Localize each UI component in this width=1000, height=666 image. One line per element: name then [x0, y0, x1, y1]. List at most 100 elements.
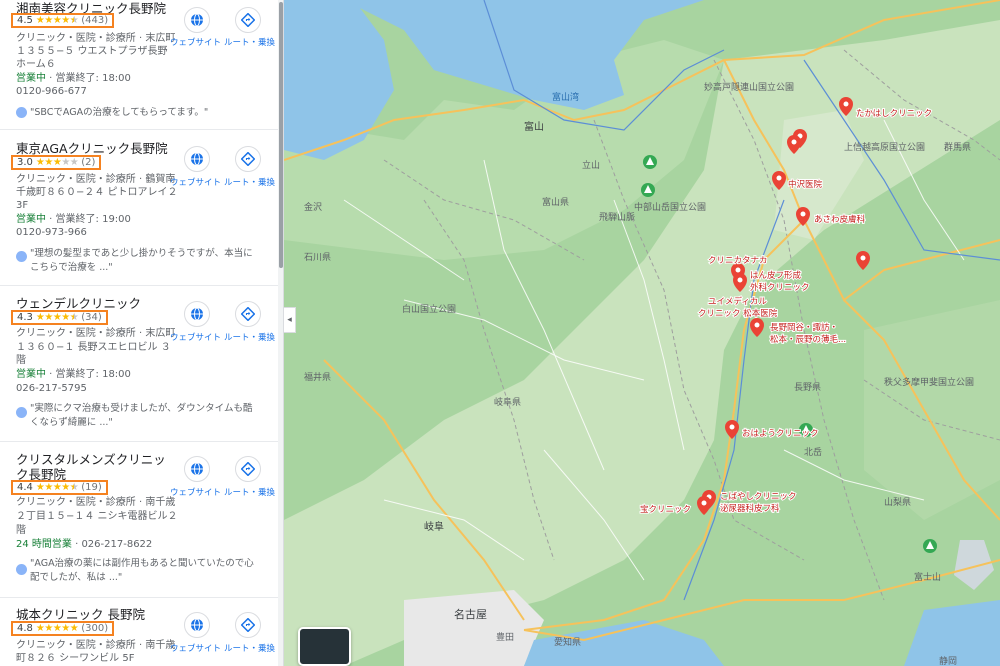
website-button[interactable] [184, 612, 210, 638]
globe-icon [191, 13, 203, 27]
svg-text:福井県: 福井県 [304, 371, 331, 383]
svg-text:妙高戸隠連山国立公園: 妙高戸隠連山国立公園 [704, 81, 794, 93]
park-icon [643, 155, 657, 169]
results-panel: 湘南美容クリニック長野院 4.5 ★★★★★★ (443) クリニック・医院・診… [0, 0, 284, 666]
review-count: (300) [81, 623, 109, 634]
category-line: クリニック・医院・診療所 · 末広町 [16, 328, 176, 339]
result-name[interactable]: 東京AGAクリニック長野院 [16, 141, 176, 156]
directions-button[interactable] [235, 456, 261, 482]
svg-text:こばやしクリニック: こばやしクリニック [720, 492, 797, 502]
website-label[interactable]: ウェブサイト [170, 642, 221, 654]
svg-text:富士山: 富士山 [914, 571, 941, 583]
avatar [16, 251, 27, 262]
rating-box: 4.4 ★★★★★★ (19) [11, 480, 108, 495]
svg-text:上信越高原国立公園: 上信越高原国立公園 [844, 141, 925, 153]
category-line: クリニック・医院・診療所 · 鶴賀南 [16, 174, 176, 185]
stars-icon: ★★★★★★ [35, 312, 79, 323]
directions-button[interactable] [235, 146, 261, 172]
svg-text:おはようクリニック: おはようクリニック [742, 429, 819, 439]
website-button[interactable] [184, 301, 210, 327]
category-line: クリニック・医院・診療所 · 南千歳 [16, 497, 176, 508]
directions-icon [241, 462, 255, 476]
list-item[interactable]: クリスタルメンズクリニック長野院 4.4 ★★★★★★ (19) クリニック・医… [0, 443, 278, 598]
directions-label[interactable]: ルート・乗換 [224, 642, 275, 654]
rating-box: 4.3 ★★★★★★ (34) [11, 310, 108, 325]
phone: 0120-973-966 [16, 227, 87, 238]
hours-line: 営業中 · 営業終了: 18:00 [16, 72, 131, 85]
nagoya-urban-area [404, 590, 544, 666]
rating-value: 4.5 [17, 15, 33, 26]
directions-button[interactable] [235, 612, 261, 638]
phone: · 026-217-8622 [71, 539, 153, 550]
phone: 026-217-5795 [16, 383, 87, 394]
list-item[interactable]: ウェンデルクリニック 4.3 ★★★★★★ (34) クリニック・医院・診療所 … [0, 287, 278, 442]
address-line: ２丁目１５−１４ ニシキ電器ビル２ [16, 511, 178, 522]
collapse-panel-button[interactable]: ◂ [284, 307, 296, 333]
map-canvas[interactable]: 金沢 石川県 福井県 富山県 富山 富山湾 立山 飛騨山脈 中部山岳国立公園 白… [284, 0, 1000, 666]
address-line: ホーム６ [16, 59, 56, 70]
directions-icon [241, 13, 255, 27]
list-item[interactable]: 東京AGAクリニック長野院 3.0 ★★★★★ (2) クリニック・医院・診療所… [0, 131, 278, 286]
svg-text:中沢医院: 中沢医院 [788, 179, 823, 190]
chevron-left-icon: ◂ [287, 315, 292, 325]
mountain-area [864, 300, 1000, 520]
closing-time: · 営業終了: 18:00 [46, 73, 131, 84]
directions-label[interactable]: ルート・乗換 [224, 36, 275, 48]
svg-text:群馬県: 群馬県 [944, 141, 971, 153]
website-label[interactable]: ウェブサイト [170, 486, 221, 498]
svg-text:岐阜県: 岐阜県 [494, 396, 521, 408]
avatar [16, 564, 27, 575]
layers-button[interactable] [298, 627, 351, 666]
hours-line: 24 時間営業 · 026-217-8622 [16, 538, 152, 551]
svg-text:長野県: 長野県 [794, 382, 821, 393]
list-item[interactable]: 湘南美容クリニック長野院 4.5 ★★★★★★ (443) クリニック・医院・診… [0, 0, 278, 130]
directions-button[interactable] [235, 7, 261, 33]
website-label[interactable]: ウェブサイト [170, 331, 221, 343]
svg-text:あさわ皮膚科: あさわ皮膚科 [814, 214, 866, 225]
globe-icon [191, 618, 203, 632]
globe-icon [191, 462, 203, 476]
park-icon [923, 539, 937, 553]
directions-label[interactable]: ルート・乗換 [224, 486, 275, 498]
address-line: 3F [16, 200, 29, 211]
result-name[interactable]: ウェンデルクリニック [16, 296, 176, 311]
result-name[interactable]: クリスタルメンズクリニック長野院 [16, 452, 166, 482]
scrollbar-thumb[interactable] [279, 2, 283, 268]
category-line: クリニック・医院・診療所 · 南千歳 [16, 640, 176, 651]
directions-icon [241, 307, 255, 321]
svg-text:静岡: 静岡 [939, 655, 957, 666]
svg-text:中部山岳国立公園: 中部山岳国立公園 [634, 201, 706, 213]
directions-button[interactable] [235, 301, 261, 327]
website-button[interactable] [184, 7, 210, 33]
directions-icon [241, 618, 255, 632]
result-name[interactable]: 城本クリニック 長野院 [16, 607, 176, 622]
closing-time: · 営業終了: 18:00 [46, 369, 131, 380]
website-button[interactable] [184, 456, 210, 482]
rating-value: 4.4 [17, 482, 33, 493]
hours-line: 営業中 · 営業終了: 18:00 [16, 368, 131, 381]
website-label[interactable]: ウェブサイト [170, 176, 221, 188]
svg-text:クリニック 松本医院: クリニック 松本医院 [698, 308, 778, 319]
svg-text:富山: 富山 [524, 120, 544, 133]
category-line: クリニック・医院・診療所 · 末広町 [16, 33, 176, 44]
review-count: (443) [81, 15, 109, 26]
svg-text:たかはしクリニック: たかはしクリニック [856, 109, 932, 119]
list-item[interactable]: 城本クリニック 長野院 4.8 ★★★★★ (300) クリニック・医院・診療所… [0, 599, 278, 666]
avatar [16, 407, 27, 418]
address-line: 階 [16, 355, 26, 366]
maps-app: 湘南美容クリニック長野院 4.5 ★★★★★★ (443) クリニック・医院・診… [0, 0, 1000, 666]
directions-label[interactable]: ルート・乗換 [224, 331, 275, 343]
svg-text:白山国立公園: 白山国立公園 [402, 303, 456, 315]
phone: 0120-966-677 [16, 86, 87, 97]
svg-text:富山湾: 富山湾 [552, 91, 579, 103]
directions-icon [241, 152, 255, 166]
open-status: 営業中 [16, 369, 46, 380]
review-count: (2) [81, 157, 96, 168]
website-label[interactable]: ウェブサイト [170, 36, 221, 48]
hours-line: 営業中 · 営業終了: 19:00 [16, 213, 131, 226]
directions-label[interactable]: ルート・乗換 [224, 176, 275, 188]
svg-text:ユイメディカル: ユイメディカル [708, 296, 767, 307]
website-button[interactable] [184, 146, 210, 172]
svg-text:秩父多摩甲斐国立公園: 秩父多摩甲斐国立公園 [884, 376, 974, 388]
svg-text:外科クリニック: 外科クリニック [750, 282, 810, 293]
